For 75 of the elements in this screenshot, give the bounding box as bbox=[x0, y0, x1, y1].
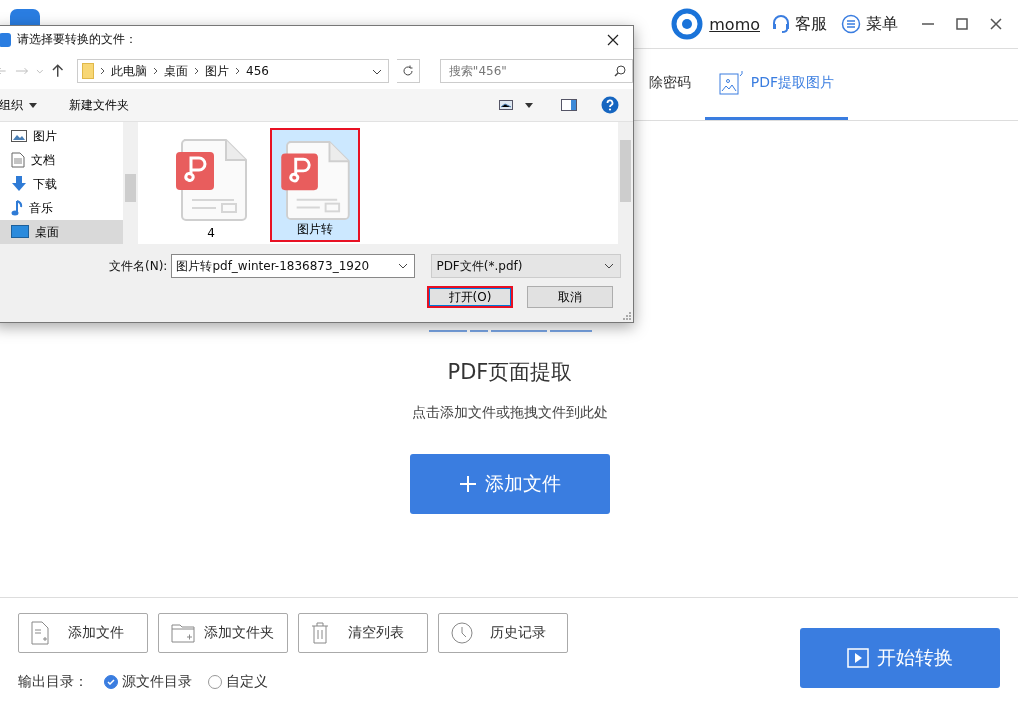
scrollbar[interactable] bbox=[123, 122, 138, 244]
breadcrumb-item[interactable]: 桌面 bbox=[158, 62, 195, 80]
avatar-icon bbox=[671, 8, 704, 40]
nav-item[interactable]: 音乐 bbox=[0, 196, 123, 220]
close-icon[interactable] bbox=[990, 18, 1002, 30]
trash-icon bbox=[311, 622, 329, 644]
file-item[interactable]: 图片转 bbox=[270, 128, 360, 242]
filename-label: 文件名(N): bbox=[109, 257, 168, 275]
cancel-button[interactable]: 取消 bbox=[527, 286, 613, 308]
toolbar-button[interactable]: 清空列表 bbox=[298, 613, 428, 653]
radio-label[interactable]: 源文件目录 bbox=[122, 673, 192, 691]
chevron-right-icon bbox=[194, 67, 200, 75]
pdf-file-icon bbox=[278, 140, 352, 221]
search-field[interactable]: 搜索"456" bbox=[439, 59, 633, 83]
filename-field[interactable]: 图片转pdf_winter-1836873_1920 bbox=[171, 254, 416, 278]
play-icon bbox=[847, 648, 869, 668]
scrollbar[interactable] bbox=[618, 122, 633, 244]
menu-button[interactable]: 菜单 bbox=[841, 13, 898, 35]
folder-icon bbox=[82, 63, 95, 79]
check-icon bbox=[107, 679, 115, 685]
section-title: PDF页面提取 bbox=[447, 359, 573, 386]
tab[interactable]: PDF提取图片 bbox=[704, 49, 848, 120]
clock-icon bbox=[451, 622, 473, 644]
open-button[interactable]: 打开(O) bbox=[427, 286, 513, 308]
document-icon bbox=[11, 152, 25, 168]
file-type-dropdown[interactable]: PDF文件(*.pdf) bbox=[431, 254, 622, 278]
up-arrow-icon[interactable] bbox=[51, 64, 64, 78]
download-arrow-icon bbox=[11, 176, 27, 192]
breadcrumb-item[interactable]: 456 bbox=[240, 64, 275, 78]
picture-icon bbox=[11, 129, 27, 143]
output-label: 输出目录： bbox=[18, 673, 88, 691]
desktop-icon bbox=[11, 225, 29, 239]
radio-button[interactable] bbox=[104, 675, 118, 689]
maximize-icon[interactable] bbox=[956, 18, 968, 30]
breadcrumb-item[interactable]: 此电脑 bbox=[105, 62, 154, 80]
chevron-right-icon bbox=[100, 67, 106, 75]
dialog-app-icon bbox=[0, 32, 11, 47]
help-icon[interactable] bbox=[601, 96, 619, 114]
dropdown-arrow-icon[interactable] bbox=[525, 102, 533, 108]
close-icon bbox=[607, 33, 619, 46]
add-file-button[interactable]: 添加文件 bbox=[410, 454, 610, 514]
music-note-icon bbox=[11, 200, 23, 216]
radio-label[interactable]: 自定义 bbox=[226, 673, 268, 691]
image-icon bbox=[718, 70, 745, 96]
nav-item[interactable]: 下载 bbox=[0, 172, 123, 196]
refresh-icon bbox=[401, 65, 414, 77]
dialog-title: 请选择要转换的文件： bbox=[17, 31, 137, 48]
headset-icon bbox=[772, 14, 790, 34]
nav-item[interactable]: 图片 bbox=[0, 124, 123, 148]
search-icon bbox=[614, 65, 626, 77]
support-button[interactable]: 客服 bbox=[772, 13, 827, 35]
preview-pane-icon[interactable] bbox=[561, 99, 577, 111]
file-item[interactable]: 4 bbox=[166, 128, 256, 242]
caret-icon bbox=[29, 102, 37, 108]
breadcrumb-item[interactable]: 图片 bbox=[199, 62, 236, 80]
menu-icon bbox=[841, 14, 861, 34]
view-icon[interactable] bbox=[499, 100, 513, 110]
refresh-button[interactable] bbox=[396, 59, 420, 83]
toolbar-button[interactable]: 添加文件 bbox=[18, 613, 148, 653]
toolbar-button[interactable]: 添加文件夹 bbox=[158, 613, 288, 653]
new-folder-button[interactable]: 新建文件夹 bbox=[65, 96, 133, 114]
chevron-right-icon bbox=[153, 67, 159, 75]
drop-hint: 点击添加文件或拖拽文件到此处 bbox=[412, 404, 608, 422]
resize-grip-icon[interactable] bbox=[623, 312, 631, 320]
username-link[interactable]: momo bbox=[709, 14, 760, 34]
pdf-file-icon bbox=[174, 138, 248, 222]
chevron-right-icon bbox=[235, 67, 241, 75]
toolbar-button[interactable]: 历史记录 bbox=[438, 613, 568, 653]
add-folder-icon bbox=[171, 623, 195, 643]
start-convert-button[interactable]: 开始转换 bbox=[800, 628, 1000, 688]
plus-icon bbox=[459, 475, 477, 493]
nav-item[interactable]: 文档 bbox=[0, 148, 123, 172]
nav-item[interactable]: 桌面 bbox=[0, 220, 123, 244]
tab[interactable]: 除密码 bbox=[634, 49, 705, 120]
add-file-icon bbox=[31, 621, 49, 645]
